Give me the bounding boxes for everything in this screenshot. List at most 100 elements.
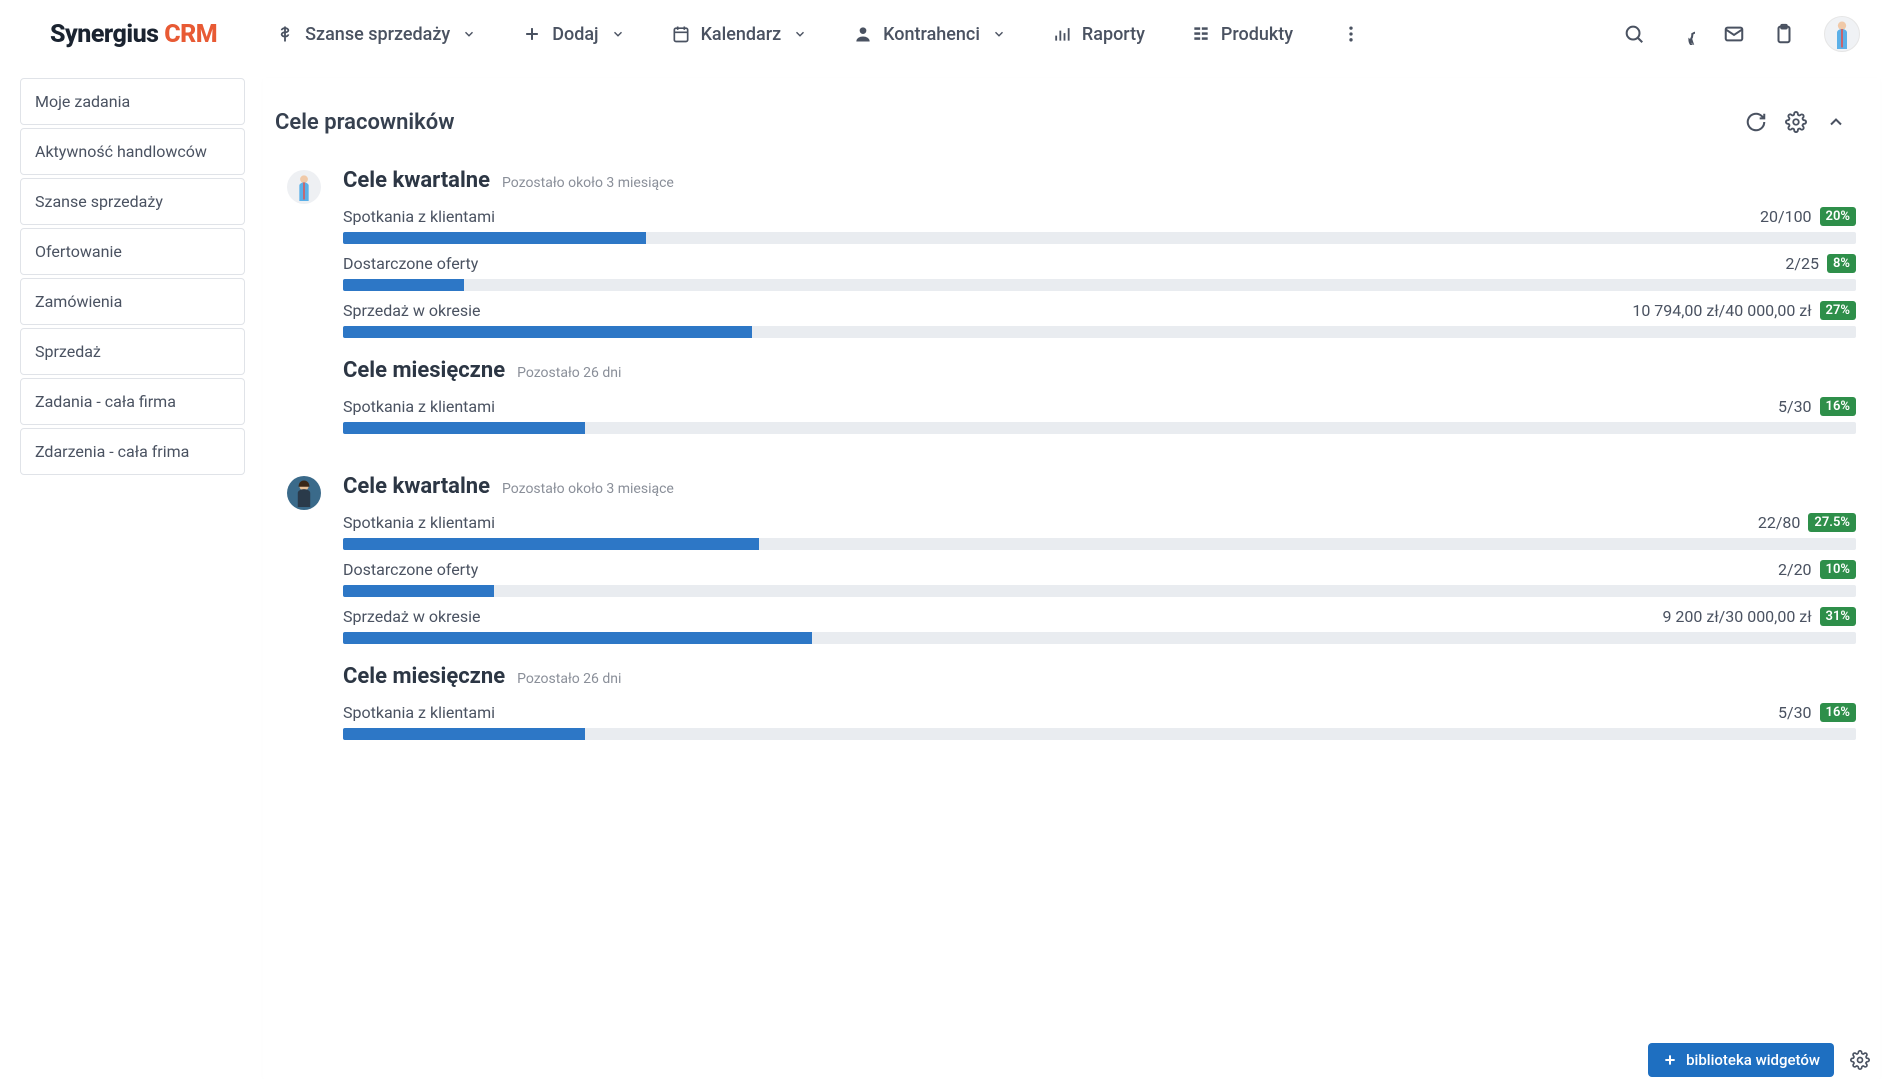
sidebar-item-sales-activity[interactable]: Aktywność handlowców xyxy=(20,128,245,175)
metric-value: 2/20 xyxy=(1778,560,1812,579)
mail-icon xyxy=(1723,23,1745,45)
settings-button[interactable] xyxy=(1776,102,1816,142)
search-button[interactable] xyxy=(1614,14,1654,54)
metric-label: Sprzedaż w okresie xyxy=(343,607,480,626)
sidebar-item-offers[interactable]: Ofertowanie xyxy=(20,228,245,275)
refresh-button[interactable] xyxy=(1736,102,1776,142)
search-icon xyxy=(1623,23,1645,45)
section-head: Cele miesięczne Pozostało 26 dni xyxy=(343,664,1856,689)
sidebar: Moje zadania Aktywność handlowców Szanse… xyxy=(20,78,245,1079)
metric-value: 5/30 xyxy=(1778,703,1812,722)
nav-label: Szanse sprzedaży xyxy=(305,24,450,45)
section-title: Cele kwartalne xyxy=(343,168,490,193)
nav-sales-opportunities[interactable]: Szanse sprzedaży xyxy=(257,16,494,53)
progress-bar xyxy=(343,538,1856,550)
metric-pct-badge: 16% xyxy=(1820,703,1856,722)
section-title: Cele kwartalne xyxy=(343,474,490,499)
progress-bar xyxy=(343,728,1856,740)
metric-label: Sprzedaż w okresie xyxy=(343,301,480,320)
nav-label: Kalendarz xyxy=(701,24,782,45)
metric-pct-badge: 27% xyxy=(1820,301,1856,320)
chat-button[interactable] xyxy=(1664,14,1704,54)
section-title: Cele miesięczne xyxy=(343,664,505,689)
progress-fill xyxy=(343,326,752,338)
user-avatar xyxy=(287,476,321,510)
progress-bar xyxy=(343,585,1856,597)
chevron-down-icon xyxy=(992,27,1006,41)
section-sub: Pozostało około 3 miesiące xyxy=(502,481,674,497)
panel-header: Cele pracowników xyxy=(263,78,1880,166)
sidebar-item-tasks-company[interactable]: Zadania - cała firma xyxy=(20,378,245,425)
progress-fill xyxy=(343,279,464,291)
nav-more-button[interactable] xyxy=(1331,14,1371,54)
widget-label: biblioteka widgetów xyxy=(1686,1051,1820,1069)
bottom-settings-button[interactable] xyxy=(1844,1044,1876,1076)
sidebar-item-sales[interactable]: Sprzedaż xyxy=(20,328,245,375)
collapse-button[interactable] xyxy=(1816,102,1856,142)
logo: Synergius CRM xyxy=(50,20,217,49)
metric: Dostarczone oferty 2/20 10% xyxy=(343,560,1856,597)
metric: Sprzedaż w okresie 10 794,00 zł/40 000,0… xyxy=(343,301,1856,338)
metric-pct-badge: 16% xyxy=(1820,397,1856,416)
sidebar-item-orders[interactable]: Zamówienia xyxy=(20,278,245,325)
user-avatar-menu[interactable] xyxy=(1824,16,1860,52)
metric: Spotkania z klientami 5/30 16% xyxy=(343,703,1856,740)
clipboard-icon xyxy=(1773,23,1795,45)
metric-value: 9 200 zł/30 000,00 zł xyxy=(1662,607,1811,626)
chevron-up-icon xyxy=(1826,112,1846,132)
nav-label: Raporty xyxy=(1082,24,1145,45)
metric-label: Spotkania z klientami xyxy=(343,207,495,226)
goal-user: Cele kwartalne Pozostało około 3 miesiąc… xyxy=(263,166,1880,444)
section-sub: Pozostało 26 dni xyxy=(517,671,621,687)
section-head: Cele kwartalne Pozostało około 3 miesiąc… xyxy=(343,474,1856,499)
top-nav: Synergius CRM Szanse sprzedaży Dodaj Kal… xyxy=(0,0,1900,68)
plus-icon xyxy=(522,24,542,44)
nav-contractors[interactable]: Kontrahenci xyxy=(835,16,1024,53)
chevron-down-icon xyxy=(462,27,476,41)
progress-bar xyxy=(343,326,1856,338)
sidebar-item-my-tasks[interactable]: Moje zadania xyxy=(20,78,245,125)
section-head: Cele miesięczne Pozostało 26 dni xyxy=(343,358,1856,383)
chevron-down-icon xyxy=(793,27,807,41)
mail-button[interactable] xyxy=(1714,14,1754,54)
metric-value: 5/30 xyxy=(1778,397,1812,416)
progress-fill xyxy=(343,585,494,597)
progress-fill xyxy=(343,538,759,550)
nav-label: Kontrahenci xyxy=(883,24,980,45)
section-sub: Pozostało około 3 miesiące xyxy=(502,175,674,191)
metric-pct-badge: 20% xyxy=(1820,207,1856,226)
nav-reports[interactable]: Raporty xyxy=(1034,16,1163,53)
clipboard-button[interactable] xyxy=(1764,14,1804,54)
metric-pct-badge: 10% xyxy=(1820,560,1856,579)
nav-add[interactable]: Dodaj xyxy=(504,16,642,53)
dollar-icon xyxy=(275,24,295,44)
metric: Spotkania z klientami 5/30 16% xyxy=(343,397,1856,434)
refresh-icon xyxy=(1745,111,1767,133)
bottom-bar: biblioteka widgetów xyxy=(1648,1043,1876,1077)
plus-icon xyxy=(1662,1052,1678,1068)
logo-part2: CRM xyxy=(164,20,217,49)
section-sub: Pozostało 26 dni xyxy=(517,365,621,381)
progress-fill xyxy=(343,728,585,740)
metric-pct-badge: 31% xyxy=(1820,607,1856,626)
more-vert-icon xyxy=(1341,24,1361,44)
sidebar-item-opportunities[interactable]: Szanse sprzedaży xyxy=(20,178,245,225)
metric-value: 10 794,00 zł/40 000,00 zł xyxy=(1632,301,1811,320)
nav-calendar[interactable]: Kalendarz xyxy=(653,16,826,53)
progress-bar xyxy=(343,232,1856,244)
widget-library-button[interactable]: biblioteka widgetów xyxy=(1648,1043,1834,1077)
gear-icon xyxy=(1850,1050,1870,1070)
nav-label: Dodaj xyxy=(552,24,598,45)
metric-label: Dostarczone oferty xyxy=(343,254,478,273)
panel-title: Cele pracowników xyxy=(275,110,454,135)
metric: Spotkania z klientami 22/80 27.5% xyxy=(343,513,1856,550)
chat-icon xyxy=(1673,23,1695,45)
calendar-icon xyxy=(671,24,691,44)
progress-fill xyxy=(343,422,585,434)
sidebar-item-events-company[interactable]: Zdarzenia - cała frima xyxy=(20,428,245,475)
grid-icon xyxy=(1191,24,1211,44)
goal-user: Cele kwartalne Pozostało około 3 miesiąc… xyxy=(263,472,1880,750)
logo-part1: Synergius xyxy=(50,20,164,49)
section-head: Cele kwartalne Pozostało około 3 miesiąc… xyxy=(343,168,1856,193)
nav-products[interactable]: Produkty xyxy=(1173,16,1311,53)
